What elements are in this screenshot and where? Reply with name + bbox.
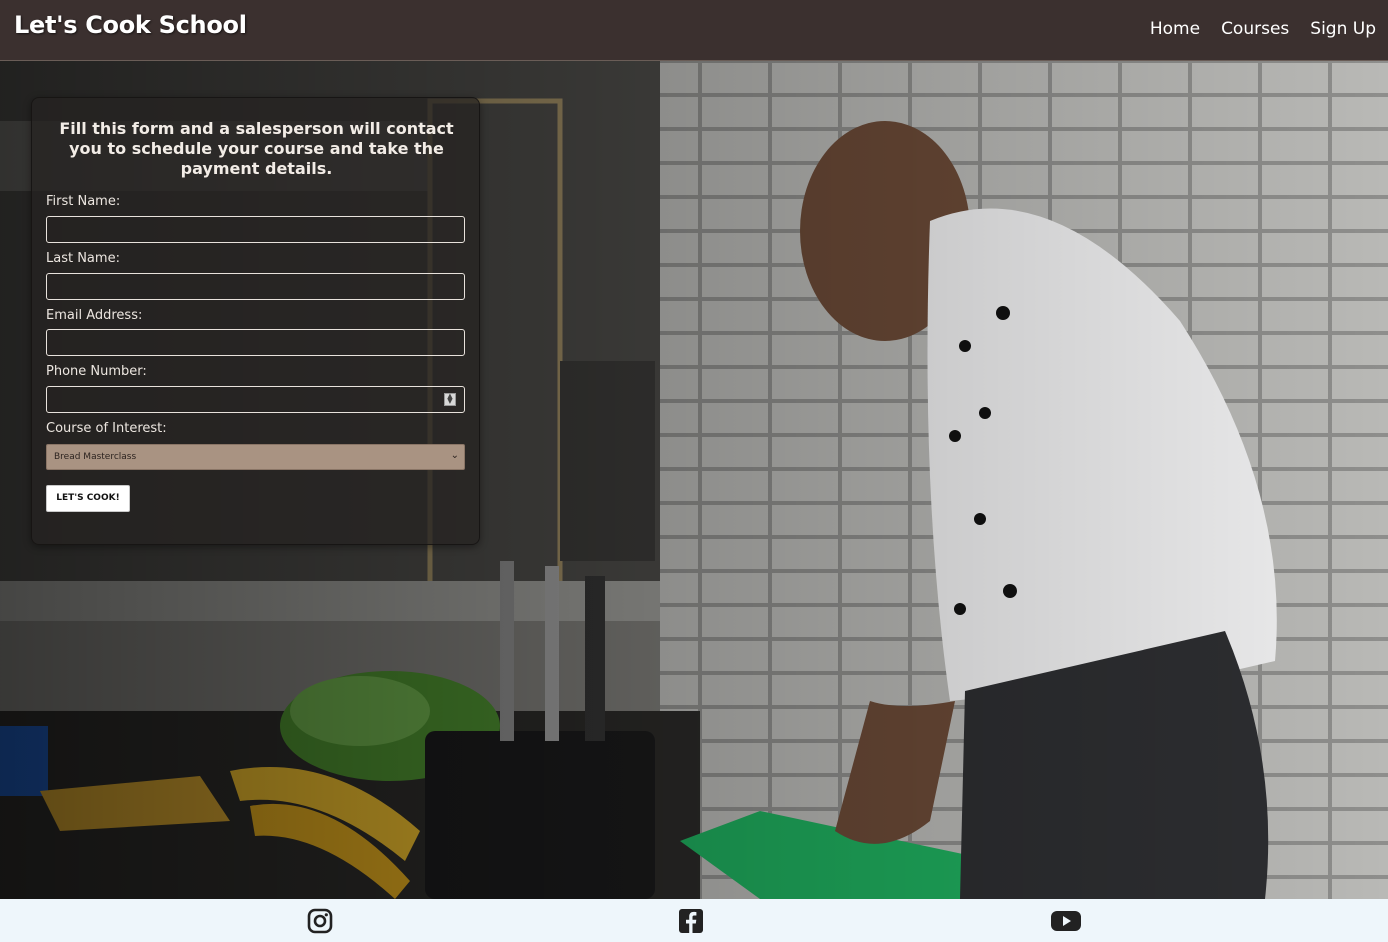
main-nav: Home Courses Sign Up (1150, 19, 1376, 39)
last-name-label: Last Name: (46, 251, 120, 266)
email-input[interactable] (46, 329, 465, 356)
lets-cook-submit-button[interactable]: LET'S COOK! (46, 485, 130, 512)
phone-label: Phone Number: (46, 364, 147, 379)
last-name-input[interactable] (46, 273, 465, 300)
phone-input[interactable]: ▲ ▼ (46, 386, 465, 413)
site-header: Let's Cook School Home Courses Sign Up (0, 0, 1388, 61)
nav-home-link[interactable]: Home (1150, 19, 1200, 39)
contact-form-panel: Fill this form and a salesperson will co… (31, 97, 480, 545)
number-spinner-icon[interactable]: ▲ ▼ (444, 393, 456, 406)
course-select-value: Bread Masterclass (54, 452, 137, 462)
instagram-icon[interactable] (307, 908, 333, 934)
first-name-label: First Name: (46, 194, 121, 209)
youtube-icon[interactable] (1050, 908, 1082, 934)
course-label: Course of Interest: (46, 421, 167, 436)
nav-signup-link[interactable]: Sign Up (1310, 19, 1376, 39)
first-name-input[interactable] (46, 216, 465, 243)
site-logo[interactable]: Let's Cook School (14, 11, 247, 39)
course-select[interactable]: Bread Masterclass ⌄ (46, 444, 465, 470)
chevron-down-icon: ⌄ (450, 450, 459, 461)
facebook-icon[interactable] (678, 908, 704, 934)
site-footer (0, 899, 1388, 942)
nav-courses-link[interactable]: Courses (1221, 19, 1289, 39)
email-label: Email Address: (46, 308, 143, 323)
form-title: Fill this form and a salesperson will co… (59, 119, 454, 178)
